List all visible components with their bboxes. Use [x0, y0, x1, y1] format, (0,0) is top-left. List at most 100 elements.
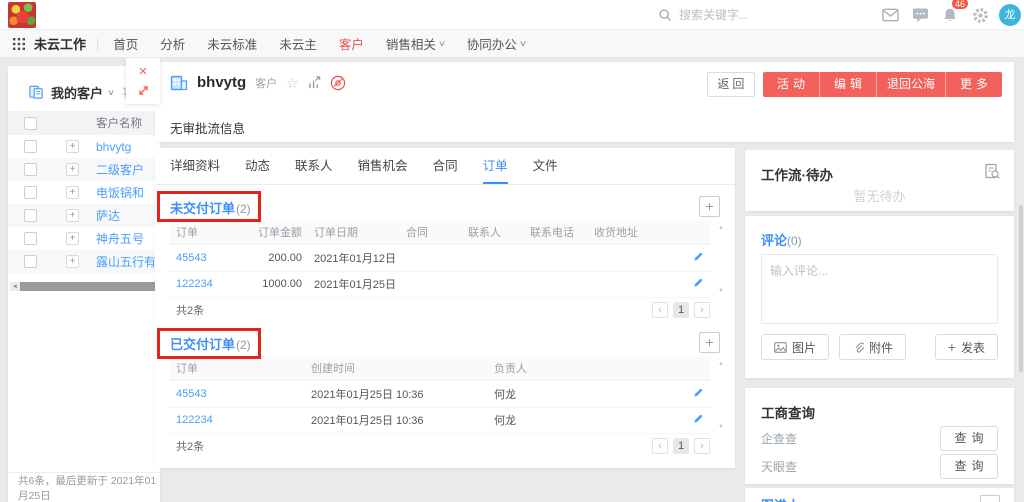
- add-button-clipped[interactable]: [980, 495, 1000, 502]
- image-button[interactable]: 图片: [761, 334, 829, 360]
- nav-item-standard[interactable]: 未云标准: [207, 34, 257, 53]
- settings-gear-icon[interactable]: [965, 0, 995, 30]
- tab-activity[interactable]: 动态: [245, 148, 270, 184]
- scroll-down-icon[interactable]: ▼: [718, 288, 724, 294]
- back-button[interactable]: 返回: [707, 72, 755, 97]
- customer-link[interactable]: 二级客户: [96, 161, 144, 178]
- business-search-card: 工商查询 企查查 查询 天眼查 查询: [745, 388, 1014, 484]
- scrollbar-thumb[interactable]: [20, 282, 158, 291]
- horizontal-scrollbar[interactable]: ◄: [10, 282, 160, 291]
- add-delivered-order-button[interactable]: +: [699, 332, 720, 353]
- lookup-button[interactable]: 查询: [940, 426, 998, 451]
- expand-row-icon[interactable]: +: [66, 186, 79, 199]
- expand-row-icon[interactable]: +: [66, 209, 79, 222]
- tab-opportunities[interactable]: 销售机会: [358, 148, 408, 184]
- add-order-button[interactable]: +: [699, 196, 720, 217]
- list-title[interactable]: 我的客户: [51, 83, 103, 102]
- search-input[interactable]: [679, 8, 799, 22]
- expand-row-icon[interactable]: +: [66, 255, 79, 268]
- tab-contacts[interactable]: 联系人: [295, 148, 333, 184]
- page-number[interactable]: 1: [673, 438, 689, 454]
- provider-name: 天眼查: [761, 458, 797, 475]
- expand-row-icon[interactable]: +: [66, 232, 79, 245]
- row-checkbox[interactable]: [24, 255, 37, 268]
- seal-alert-icon[interactable]: [330, 75, 346, 91]
- global-search[interactable]: [658, 4, 799, 26]
- chevron-down-icon: ∨: [519, 39, 527, 48]
- page-scrollbar[interactable]: [1019, 205, 1023, 372]
- image-icon: [774, 342, 787, 353]
- notifications-bell-icon[interactable]: 46: [935, 0, 965, 30]
- nav-item-home[interactable]: 首页: [113, 34, 138, 53]
- edit-pencil-icon[interactable]: [693, 277, 704, 288]
- expand-row-icon[interactable]: +: [66, 163, 79, 176]
- expand-diagonal-icon[interactable]: [137, 84, 150, 97]
- nav-item-sales[interactable]: 销售相关∨: [386, 34, 445, 53]
- activity-button[interactable]: 活动: [763, 72, 819, 97]
- row-checkbox[interactable]: [24, 232, 37, 245]
- edit-pencil-icon[interactable]: [693, 387, 704, 398]
- row-checkbox[interactable]: [24, 209, 37, 222]
- user-avatar[interactable]: 龙: [999, 4, 1021, 26]
- workflow-search-icon[interactable]: [984, 163, 1000, 179]
- more-button[interactable]: 更多: [945, 72, 1002, 97]
- page-next-button[interactable]: ›: [694, 438, 710, 454]
- page-prev-button[interactable]: ‹: [652, 302, 668, 318]
- row-checkbox[interactable]: [24, 186, 37, 199]
- page-prev-button[interactable]: ‹: [652, 438, 668, 454]
- transfer-stats-icon[interactable]: [308, 76, 321, 89]
- edit-pencil-icon[interactable]: [693, 251, 704, 262]
- table-footer: 共2条 ‹ 1 ›: [170, 298, 710, 322]
- tab-details[interactable]: 详细资料: [170, 148, 220, 184]
- page-number[interactable]: 1: [673, 302, 689, 318]
- provider-name: 企查查: [761, 430, 797, 447]
- post-comment-button[interactable]: + 发表: [935, 334, 998, 360]
- row-checkbox[interactable]: [24, 140, 37, 153]
- apps-grid-icon[interactable]: [13, 38, 25, 50]
- close-icon[interactable]: ×: [139, 65, 148, 79]
- chat-icon[interactable]: [905, 0, 935, 30]
- mail-icon[interactable]: [875, 0, 905, 30]
- tab-files[interactable]: 文件: [533, 148, 558, 184]
- return-to-pool-button[interactable]: 退回公海: [876, 72, 945, 97]
- select-all-checkbox[interactable]: [24, 117, 37, 130]
- scroll-down-icon[interactable]: ▼: [718, 424, 724, 430]
- edit-pencil-icon[interactable]: [693, 413, 704, 424]
- table-footer: 共2条 ‹ 1 ›: [170, 434, 710, 458]
- customer-link[interactable]: bhvytg: [96, 140, 131, 154]
- customer-link[interactable]: 露山五行有限: [96, 253, 160, 270]
- customer-link[interactable]: 神舟五号: [96, 230, 144, 247]
- app-logo[interactable]: [8, 2, 36, 28]
- scroll-left-icon[interactable]: ◄: [10, 284, 20, 290]
- scroll-up-icon[interactable]: ▲: [718, 361, 724, 367]
- workflow-empty-text: 暂无待办: [745, 186, 1014, 205]
- workspace-brand[interactable]: 未云工作: [34, 34, 86, 53]
- tab-contracts[interactable]: 合同: [433, 148, 458, 184]
- nav-item-customers[interactable]: 客户: [339, 34, 364, 53]
- favorite-star-icon[interactable]: ☆: [286, 76, 299, 90]
- chevron-down-icon[interactable]: ∨: [107, 88, 115, 97]
- action-button-group: 活动 编辑 退回公海 更多: [763, 72, 1002, 97]
- customer-link[interactable]: 电饭锅和: [96, 184, 144, 201]
- order-link[interactable]: 122234: [176, 414, 213, 426]
- nav-item-main[interactable]: 未云主: [279, 34, 317, 53]
- tab-orders[interactable]: 订单: [483, 148, 508, 184]
- page-next-button[interactable]: ›: [694, 302, 710, 318]
- total-count: 共2条: [170, 438, 210, 454]
- order-link[interactable]: 122234: [176, 278, 213, 290]
- topbar-icons: 46 龙: [875, 0, 1024, 30]
- edit-button[interactable]: 编辑: [819, 72, 876, 97]
- search-icon: [658, 8, 672, 22]
- attachment-button[interactable]: 附件: [839, 334, 906, 360]
- row-checkbox[interactable]: [24, 163, 37, 176]
- order-link[interactable]: 45543: [176, 252, 207, 264]
- customer-link[interactable]: 萨达: [96, 207, 120, 224]
- order-link[interactable]: 45543: [176, 388, 207, 400]
- paperclip-icon: [852, 341, 864, 354]
- scroll-up-icon[interactable]: ▲: [718, 225, 724, 231]
- comment-input[interactable]: [761, 254, 998, 324]
- expand-row-icon[interactable]: +: [66, 140, 79, 153]
- lookup-button[interactable]: 查询: [940, 454, 998, 479]
- nav-item-collaboration[interactable]: 协同办公∨: [467, 34, 526, 53]
- nav-item-analysis[interactable]: 分析: [160, 34, 185, 53]
